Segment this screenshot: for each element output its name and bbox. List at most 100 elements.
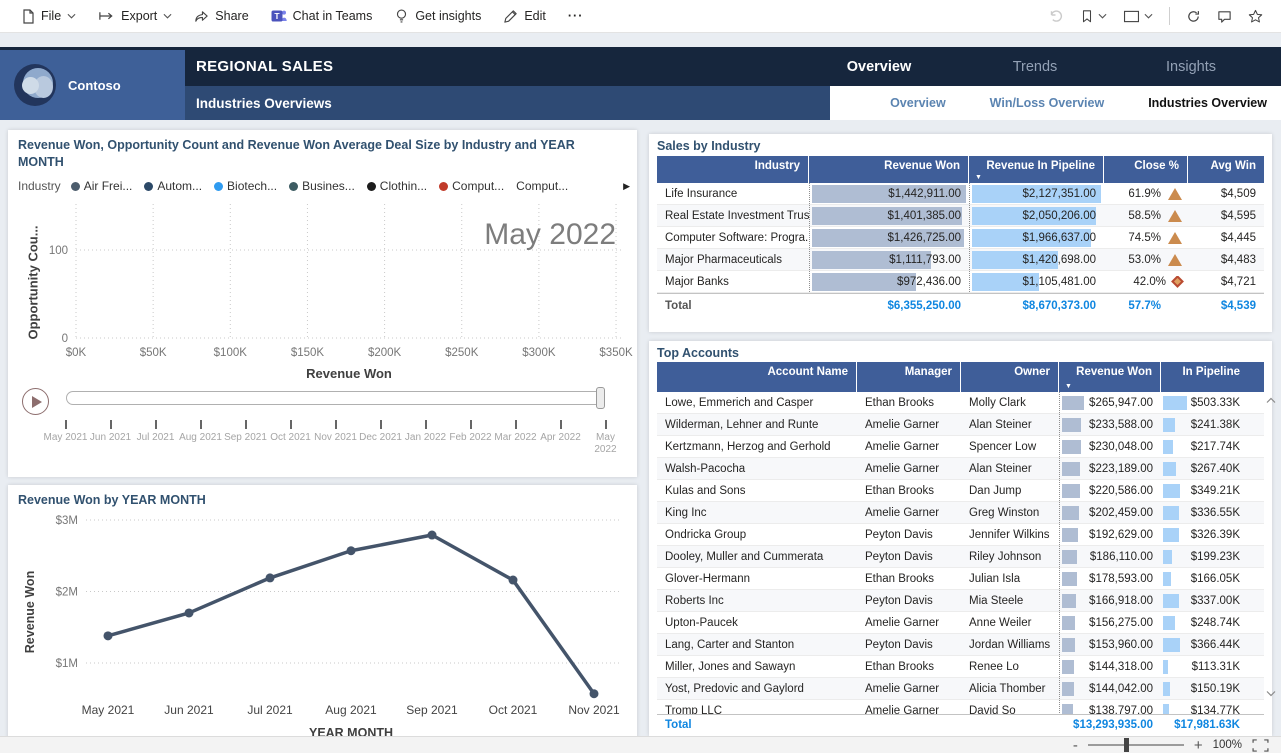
line-data-point[interactable] [266,573,275,582]
play-axis-month[interactable]: Feb 2022 [448,420,493,455]
legend-item[interactable]: Air Frei... [71,179,133,193]
table-row[interactable]: Kertzmann, Herzog and GerholdAmelie Garn… [657,436,1264,458]
column-header-industry[interactable]: Industry [657,156,809,183]
column-header-revenue-won[interactable]: Revenue Won▼ [1059,362,1161,392]
play-axis-month[interactable]: Sep 2021 [223,420,268,455]
play-axis-month[interactable]: Jan 2022 [403,420,448,455]
scroll-up-icon[interactable] [1266,397,1276,404]
line-data-point[interactable] [104,631,113,640]
table-row[interactable]: Upton-PaucekAmelie GarnerAnne Weiler$156… [657,612,1264,634]
play-axis-month[interactable]: Jun 2021 [88,420,133,455]
table-row[interactable]: Glover-HermannEthan BrooksJulian Isla$17… [657,568,1264,590]
favorite-button[interactable] [1240,0,1271,32]
table-row[interactable]: Lowe, Emmerich and CasperEthan BrooksMol… [657,392,1264,414]
legend-item[interactable]: Comput... [439,179,504,193]
chat-in-teams-button[interactable]: T Chat in Teams [260,0,384,32]
column-header-account-name[interactable]: Account Name [657,362,857,392]
line-data-point[interactable] [185,608,194,617]
cell-revenue-in-pipeline: $2,050,206.00 [969,205,1104,226]
pipeline-value: $326.39K [1161,529,1248,541]
svg-text:$250K: $250K [445,347,479,359]
table-row[interactable]: Wilderman, Lehner and RunteAmelie Garner… [657,414,1264,436]
legend-item[interactable]: Busines... [289,179,355,193]
cell-owner: Julian Isla [961,573,1059,585]
play-axis-month[interactable]: Oct 2021 [268,420,313,455]
zoom-slider-track[interactable] [1088,744,1184,746]
nav-tab-overview[interactable]: Overview [801,47,957,86]
line-data-point[interactable] [590,689,599,698]
column-header-in-pipeline[interactable]: In Pipeline [1161,362,1248,392]
table-row[interactable]: Roberts IncPeyton DavisMia Steele$166,91… [657,590,1264,612]
zoom-slider-handle[interactable] [1124,738,1129,752]
refresh-button[interactable] [1178,0,1209,32]
scatter-plot-area[interactable]: 1000$0K$50K$100K$150K$200K$250K$300K$350… [8,198,637,386]
play-axis-month[interactable]: Dec 2021 [358,420,403,455]
get-insights-button[interactable]: Get insights [383,0,492,32]
play-axis-month[interactable]: Jul 2021 [133,420,178,455]
sub-tab-industries-overview[interactable]: Industries Overview [1148,96,1267,110]
fit-to-page-icon[interactable] [1252,739,1269,752]
table-row[interactable]: Real Estate Investment Trusts$1,401,385.… [657,205,1264,227]
scroll-down-icon[interactable] [1266,690,1276,697]
play-button[interactable] [22,388,49,415]
legend-item[interactable]: Clothin... [367,179,427,193]
column-header-revenue-in-pipeline[interactable]: Revenue In Pipeline▼ [969,156,1104,183]
play-axis-slider-handle[interactable] [596,387,605,409]
table-row[interactable]: Tromp LLCAmelie GarnerDavid So$138,797.0… [657,700,1264,714]
edit-button[interactable]: Edit [492,0,557,32]
legend-item[interactable]: Autom... [144,179,202,193]
revenue-won-value: $202,459.00 [1060,507,1161,519]
column-header-owner[interactable]: Owner [961,362,1059,392]
nav-tab-insights[interactable]: Insights [1113,47,1269,86]
play-axis-month[interactable]: Apr 2022 [538,420,583,455]
line-data-point[interactable] [509,576,518,585]
table-row[interactable]: Miller, Jones and SawaynEthan BrooksRene… [657,656,1264,678]
sales-table: IndustryRevenue WonRevenue In Pipeline▼C… [657,156,1264,317]
file-menu-button[interactable]: File [10,0,87,32]
line-plot-area[interactable]: $3M$2M$1MMay 2021Jun 2021Jul 2021Aug 202… [8,507,637,747]
column-header-revenue-won[interactable]: Revenue Won [809,156,969,183]
play-axis-month[interactable]: Nov 2021 [313,420,358,455]
nav-tab-trends[interactable]: Trends [957,47,1113,86]
sub-tab-win-loss-overview[interactable]: Win/Loss Overview [990,96,1105,110]
column-header-close-[interactable]: Close % [1104,156,1188,183]
view-button[interactable] [1115,0,1161,32]
table-row[interactable]: Kulas and SonsEthan BrooksDan Jump$220,5… [657,480,1264,502]
table-row[interactable]: King IncAmelie GarnerGreg Winston$202,45… [657,502,1264,524]
play-axis-month[interactable]: Mar 2022 [493,420,538,455]
table-row[interactable]: Ondricka GroupPeyton DavisJennifer Wilki… [657,524,1264,546]
table-row[interactable]: Computer Software: Progra...$1,426,725.0… [657,227,1264,249]
sub-tab-overview[interactable]: Overview [890,96,946,110]
table-row[interactable]: Dooley, Muller and CummerataPeyton Davis… [657,546,1264,568]
line-data-point[interactable] [428,531,437,540]
legend-item[interactable]: Comput... [516,179,568,193]
bookmarks-button[interactable] [1072,0,1115,32]
column-header-avg-win[interactable]: Avg Win [1188,156,1264,183]
table-row[interactable]: Yost, Predovic and GaylordAmelie GarnerA… [657,678,1264,700]
zoom-in-button[interactable]: + [1194,738,1203,753]
legend-item[interactable]: Biotech... [214,179,277,193]
play-axis-month[interactable]: Aug 2021 [178,420,223,455]
line-data-point[interactable] [347,546,356,555]
table-row[interactable]: Life Insurance$1,442,911.00$2,127,351.00… [657,183,1264,205]
play-axis-slider-track[interactable] [66,391,604,405]
table-row[interactable]: Lang, Carter and StantonPeyton DavisJord… [657,634,1264,656]
table-row[interactable]: Major Pharmaceuticals$1,111,793.00$1,420… [657,249,1264,271]
share-button[interactable]: Share [183,0,259,32]
more-options-button[interactable]: ··· [557,0,595,32]
reset-button[interactable] [1040,0,1072,32]
table-row[interactable]: Major Banks$972,436.00$1,105,481.0042.0%… [657,271,1264,293]
zoom-out-button[interactable]: - [1073,738,1078,753]
legend-item-label: Autom... [157,179,202,193]
contoso-logo [14,64,56,106]
play-axis-month[interactable]: May 2021 [43,420,88,455]
legend-scroll-right-icon[interactable]: ▶ [623,181,630,192]
month-tick-mark [200,420,202,429]
column-header-manager[interactable]: Manager [857,362,961,392]
cell-industry: Computer Software: Progra... [657,232,809,244]
play-axis-month[interactable]: May2022 [583,420,628,455]
cell-revenue-won: $1,426,725.00 [809,227,969,248]
export-menu-button[interactable]: Export [87,0,183,32]
comments-button[interactable] [1209,0,1240,32]
table-row[interactable]: Walsh-PacochaAmelie GarnerAlan Steiner$2… [657,458,1264,480]
